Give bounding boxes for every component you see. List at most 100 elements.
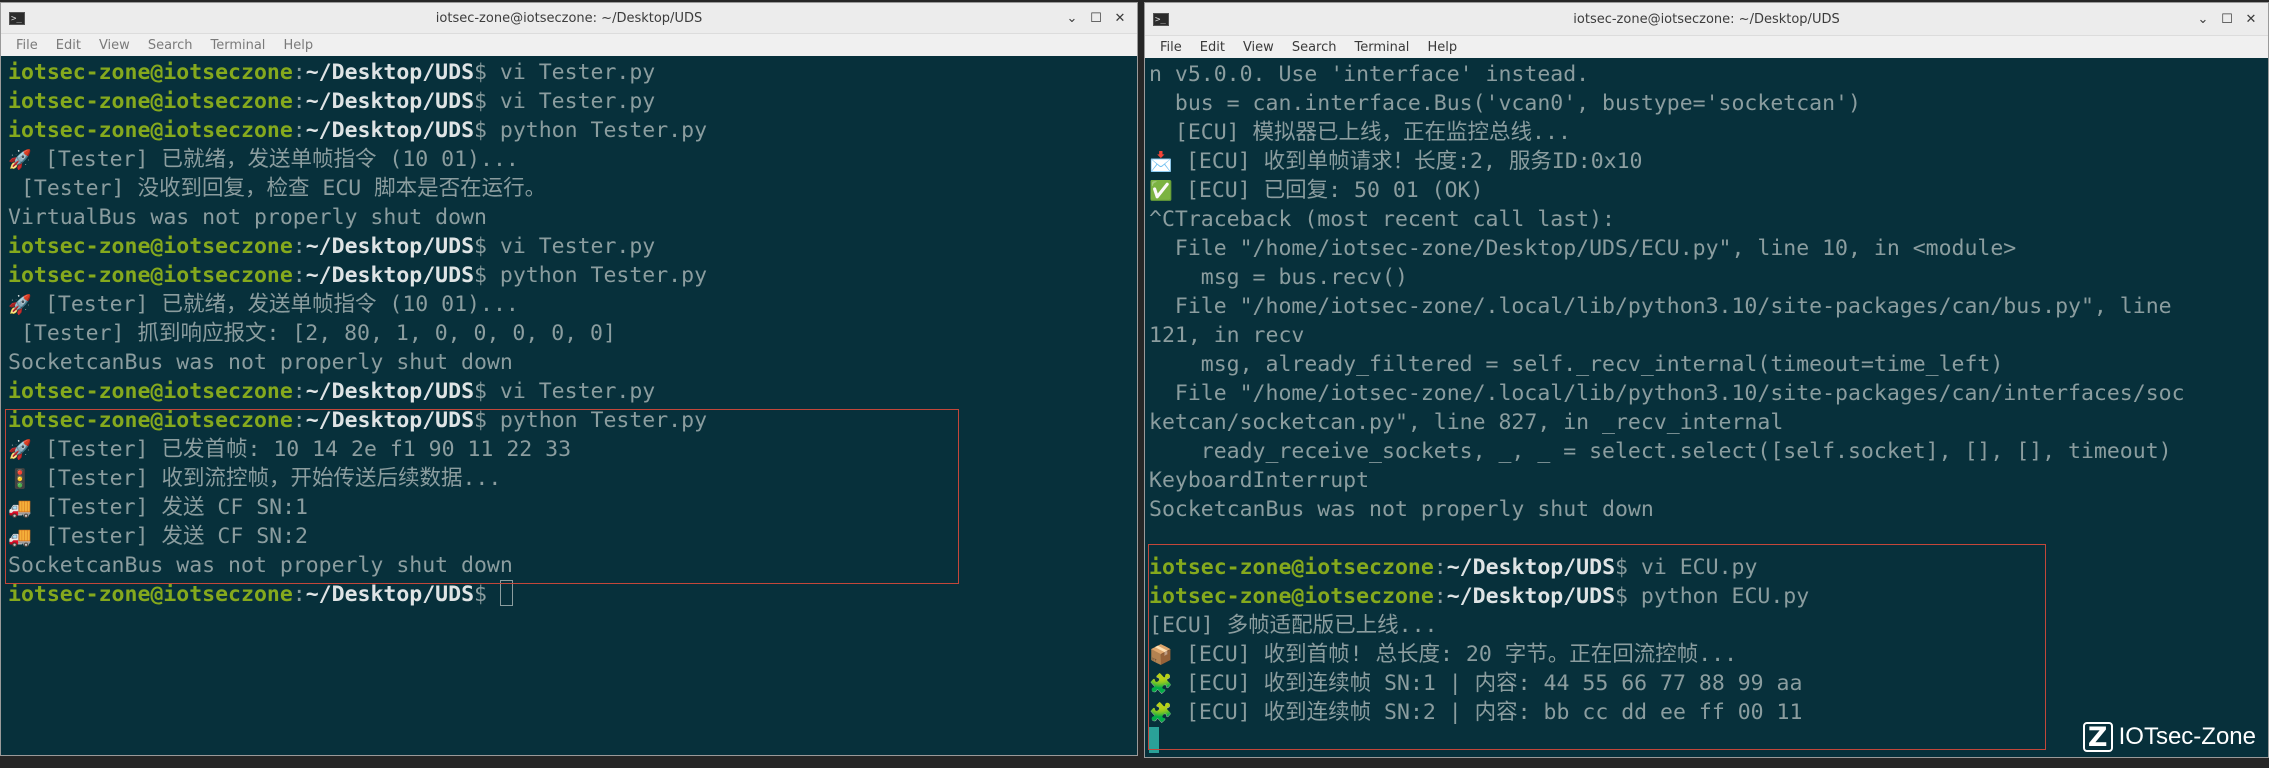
prompt-line: iotsec-zone@iotseczone:~/Desktop/UDS$ py… bbox=[8, 261, 1137, 290]
prompt-line: iotsec-zone@iotseczone:~/Desktop/UDS$ bbox=[8, 580, 1137, 609]
menu-file[interactable]: File bbox=[1151, 40, 1191, 55]
output-line: [Tester] 抓到响应报文: [2, 80, 1, 0, 0, 0, 0, … bbox=[8, 319, 1137, 348]
output-text: [ECU] 收到首帧! 总长度: 20 字节。正在回流控帧... bbox=[1173, 642, 1738, 667]
maximize-button[interactable]: ☐ bbox=[2216, 8, 2238, 30]
command-text: python ECU.py bbox=[1640, 584, 1810, 609]
prompt-line: iotsec-zone@iotseczone:~/Desktop/UDS$ py… bbox=[8, 116, 1137, 145]
minimize-button[interactable]: ⌄ bbox=[2192, 8, 2214, 30]
prompt-symbol: $ bbox=[1615, 555, 1641, 580]
prompt-path: ~/Desktop/UDS bbox=[305, 60, 475, 85]
puzzle-piece-icon: 🧩 bbox=[1149, 702, 1173, 724]
terminal-output[interactable]: iotsec-zone@iotseczone:~/Desktop/UDS$ vi… bbox=[1, 56, 1137, 755]
output-text: [ECU] 收到单帧请求！长度:2, 服务ID:0x10 bbox=[1173, 149, 1643, 174]
prompt-path: ~/Desktop/UDS bbox=[305, 263, 475, 288]
output-line: [Tester] 没收到回复，检查 ECU 脚本是否在运行。 bbox=[8, 174, 1137, 203]
window-titlebar[interactable]: >_ iotsec-zone@iotseczone: ~/Desktop/UDS… bbox=[1, 3, 1137, 34]
menu-view[interactable]: View bbox=[1234, 40, 1283, 55]
close-button[interactable]: ✕ bbox=[1109, 7, 1131, 29]
output-line: ketcan/socketcan.py", line 827, in _recv… bbox=[1149, 408, 2268, 437]
traffic-light-icon: 🚦 bbox=[8, 468, 32, 490]
menu-search[interactable]: Search bbox=[139, 38, 202, 53]
terminal-cursor bbox=[499, 580, 513, 606]
output-line: SocketcanBus was not properly shut down bbox=[8, 551, 1137, 580]
maximize-button[interactable]: ☐ bbox=[1085, 7, 1107, 29]
output-text: [Tester] 发送 CF SN:2 bbox=[32, 524, 308, 549]
prompt-symbol: $ bbox=[474, 408, 500, 433]
output-line: ^CTraceback (most recent call last): bbox=[1149, 205, 2268, 234]
prompt-separator: : bbox=[292, 379, 306, 404]
menu-edit[interactable]: Edit bbox=[1191, 40, 1234, 55]
prompt-path: ~/Desktop/UDS bbox=[1446, 584, 1616, 609]
output-line: 📦 [ECU] 收到首帧! 总长度: 20 字节。正在回流控帧... bbox=[1149, 640, 2268, 669]
output-line: msg = bus.recv() bbox=[1149, 263, 2268, 292]
prompt-line: iotsec-zone@iotseczone:~/Desktop/UDS$ vi… bbox=[8, 58, 1137, 87]
menu-view[interactable]: View bbox=[90, 38, 139, 53]
output-text: ketcan/socketcan.py", line 827, in _recv… bbox=[1149, 410, 1784, 435]
output-line: bus = can.interface.Bus('vcan0', bustype… bbox=[1149, 89, 2268, 118]
output-text: msg, already_filtered = self._recv_inter… bbox=[1149, 352, 2004, 377]
output-line: 🚀 [Tester] 已就绪，发送单帧指令 (10 01)... bbox=[8, 145, 1137, 174]
prompt-user: iotsec-zone@iotseczone bbox=[8, 263, 293, 288]
prompt-path: ~/Desktop/UDS bbox=[1446, 555, 1616, 580]
minimize-button[interactable]: ⌄ bbox=[1061, 7, 1083, 29]
output-text: n v5.0.0. Use 'interface' instead. bbox=[1149, 62, 1590, 87]
prompt-separator: : bbox=[292, 408, 306, 433]
terminal-window-left[interactable]: >_ iotsec-zone@iotseczone: ~/Desktop/UDS… bbox=[0, 2, 1138, 756]
prompt-line: iotsec-zone@iotseczone:~/Desktop/UDS$ vi… bbox=[8, 232, 1137, 261]
output-text: [ECU] 收到连续帧 SN:1 | 内容: 44 55 66 77 88 99… bbox=[1173, 671, 1803, 696]
output-line: 🚚 [Tester] 发送 CF SN:1 bbox=[8, 493, 1137, 522]
output-text: ready_receive_sockets, _, _ = select.sel… bbox=[1149, 439, 2172, 464]
terminal-output[interactable]: n v5.0.0. Use 'interface' instead. bus =… bbox=[1145, 58, 2268, 757]
command-text: python Tester.py bbox=[499, 408, 708, 433]
menu-help[interactable]: Help bbox=[274, 38, 322, 53]
prompt-line: iotsec-zone@iotseczone:~/Desktop/UDS$ vi… bbox=[8, 87, 1137, 116]
terminal-app-icon: >_ bbox=[1153, 12, 1169, 26]
prompt-line: iotsec-zone@iotseczone:~/Desktop/UDS$ py… bbox=[8, 406, 1137, 435]
output-line: ✅ [ECU] 已回复: 50 01 (OK) bbox=[1149, 176, 2268, 205]
output-line: ready_receive_sockets, _, _ = select.sel… bbox=[1149, 437, 2268, 466]
package-icon: 📦 bbox=[1149, 644, 1173, 666]
prompt-user: iotsec-zone@iotseczone bbox=[8, 60, 293, 85]
output-line: File "/home/iotsec-zone/.local/lib/pytho… bbox=[1149, 292, 2268, 321]
prompt-separator: : bbox=[1433, 555, 1447, 580]
output-line: n v5.0.0. Use 'interface' instead. bbox=[1149, 60, 2268, 89]
menu-terminal[interactable]: Terminal bbox=[1345, 40, 1418, 55]
output-line: 🚚 [Tester] 发送 CF SN:2 bbox=[8, 522, 1137, 551]
output-text: ^CTraceback (most recent call last): bbox=[1149, 207, 1615, 232]
prompt-user: iotsec-zone@iotseczone bbox=[8, 408, 293, 433]
output-line: 121, in recv bbox=[1149, 321, 2268, 350]
prompt-separator: : bbox=[292, 118, 306, 143]
menu-search[interactable]: Search bbox=[1283, 40, 1346, 55]
prompt-path: ~/Desktop/UDS bbox=[305, 582, 475, 607]
output-text: [Tester] 已就绪，发送单帧指令 (10 01)... bbox=[32, 292, 519, 317]
output-line: 🚀 [Tester] 已发首帧: 10 14 2e f1 90 11 22 33 bbox=[8, 435, 1137, 464]
prompt-symbol: $ bbox=[474, 263, 500, 288]
output-text: SocketcanBus was not properly shut down bbox=[8, 350, 513, 375]
output-line: File "/home/iotsec-zone/.local/lib/pytho… bbox=[1149, 379, 2268, 408]
command-text: vi ECU.py bbox=[1640, 555, 1758, 580]
prompt-user: iotsec-zone@iotseczone bbox=[8, 582, 293, 607]
command-text: vi Tester.py bbox=[499, 234, 656, 259]
window-titlebar[interactable]: >_ iotsec-zone@iotseczone: ~/Desktop/UDS… bbox=[1145, 3, 2268, 36]
prompt-symbol: $ bbox=[474, 234, 500, 259]
puzzle-piece-icon: 🧩 bbox=[1149, 673, 1173, 695]
prompt-symbol: $ bbox=[474, 118, 500, 143]
prompt-path: ~/Desktop/UDS bbox=[305, 118, 475, 143]
menu-file[interactable]: File bbox=[7, 38, 47, 53]
command-text: python Tester.py bbox=[499, 263, 708, 288]
output-text: [Tester] 收到流控帧，开始传送后续数据... bbox=[32, 466, 502, 491]
menu-terminal[interactable]: Terminal bbox=[201, 38, 274, 53]
output-text: [Tester] 已就绪，发送单帧指令 (10 01)... bbox=[32, 147, 519, 172]
output-text: SocketcanBus was not properly shut down bbox=[8, 553, 513, 578]
window-controls: ⌄ ☐ ✕ bbox=[2192, 8, 2262, 30]
menu-edit[interactable]: Edit bbox=[47, 38, 90, 53]
rocket-icon: 🚀 bbox=[8, 294, 32, 316]
command-text: vi Tester.py bbox=[499, 89, 656, 114]
terminal-window-right[interactable]: >_ iotsec-zone@iotseczone: ~/Desktop/UDS… bbox=[1144, 2, 2269, 758]
command-text: vi Tester.py bbox=[499, 379, 656, 404]
output-text: File "/home/iotsec-zone/Desktop/UDS/ECU.… bbox=[1149, 236, 2017, 261]
terminal-cursor bbox=[1149, 727, 1159, 753]
output-line: VirtualBus was not properly shut down bbox=[8, 203, 1137, 232]
menu-help[interactable]: Help bbox=[1418, 40, 1466, 55]
close-button[interactable]: ✕ bbox=[2240, 8, 2262, 30]
